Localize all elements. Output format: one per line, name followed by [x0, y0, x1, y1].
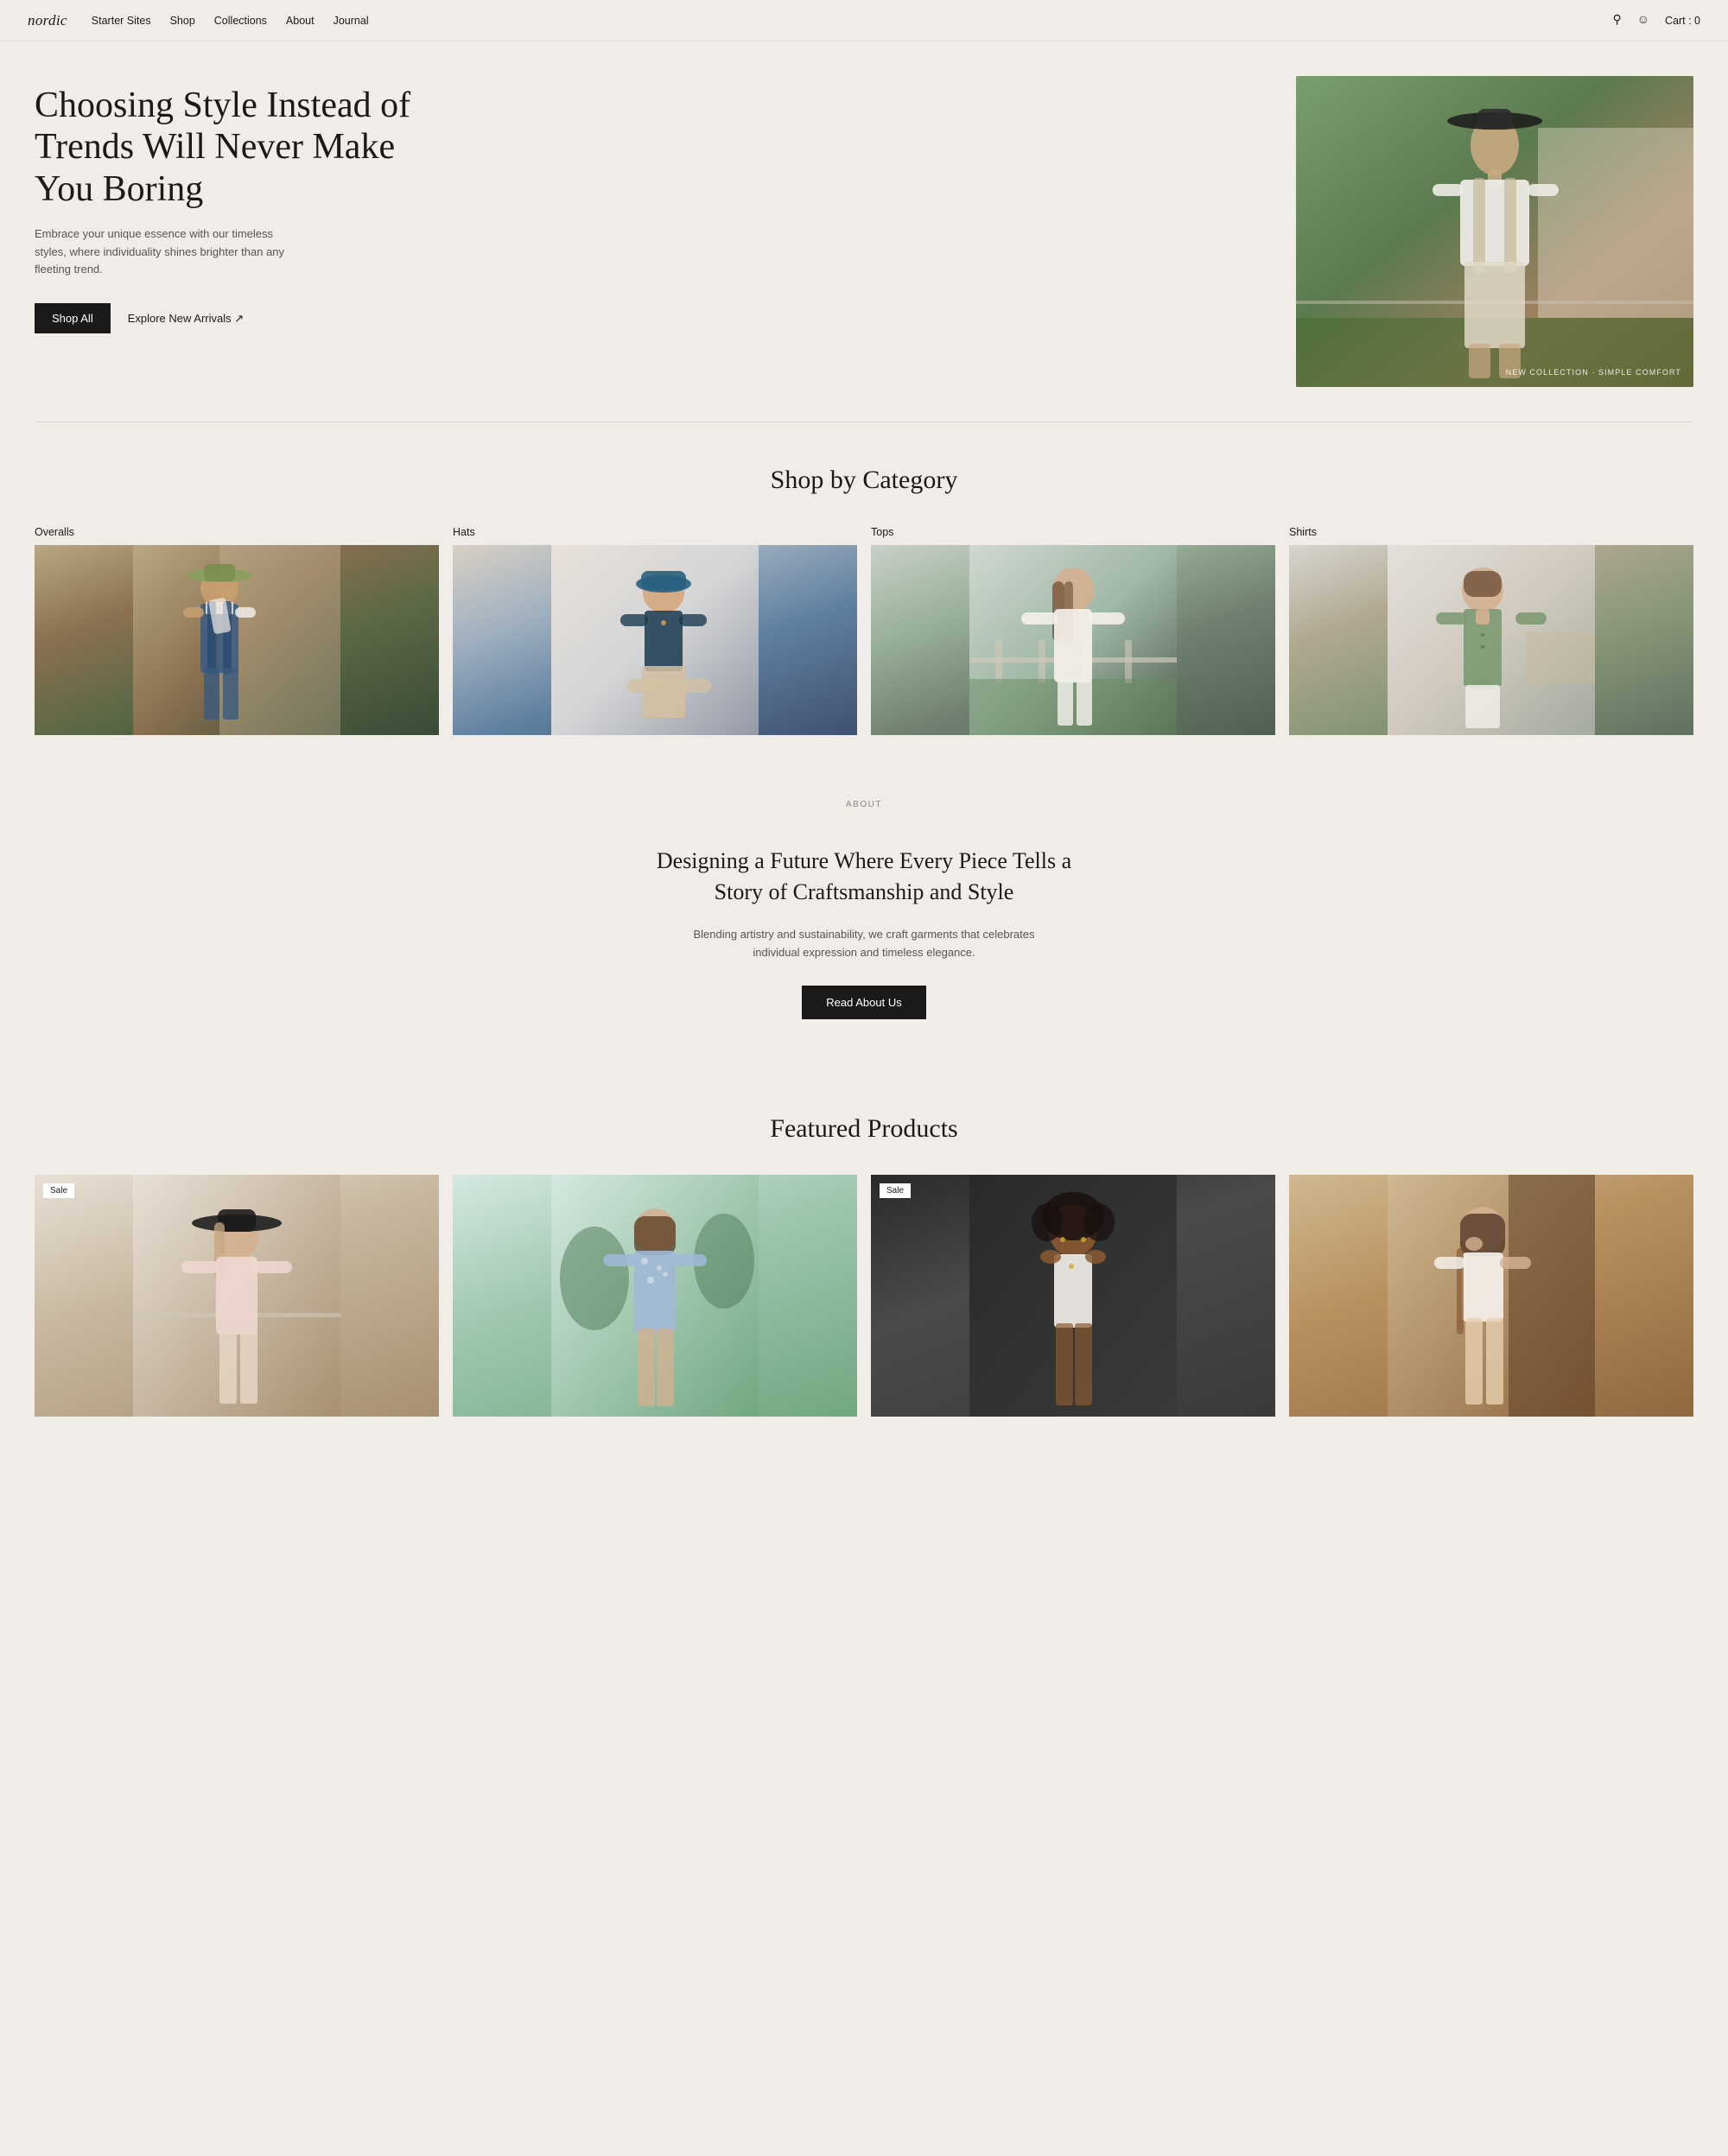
nav-left: nordic Starter Sites Shop Collections Ab…: [28, 12, 369, 29]
product-image-1: Sale: [35, 1175, 439, 1417]
product-item-1[interactable]: Sale: [35, 1175, 439, 1417]
product-image-2: [453, 1175, 857, 1417]
shop-all-button[interactable]: Shop All: [35, 303, 111, 333]
category-grid: Overalls: [35, 526, 1693, 735]
category-item-overalls[interactable]: Overalls: [35, 526, 439, 735]
category-label-hats: Hats: [453, 526, 857, 538]
product-3-svg: [871, 1175, 1275, 1417]
category-item-shirts[interactable]: Shirts: [1289, 526, 1693, 735]
category-image-shirts: [1289, 545, 1693, 735]
category-label-shirts: Shirts: [1289, 526, 1693, 538]
sale-badge-1: Sale: [43, 1183, 74, 1198]
product-item-4[interactable]: [1289, 1175, 1693, 1417]
sale-badge-3: Sale: [880, 1183, 911, 1198]
category-image-hats: [453, 545, 857, 735]
nav-link-about[interactable]: About: [286, 15, 314, 27]
hero-image-label: NEW COLLECTION · SIMPLE COMFORT: [1506, 368, 1681, 377]
about-title: Designing a Future Where Every Piece Tel…: [639, 846, 1089, 909]
products-grid: Sale: [35, 1175, 1693, 1417]
shirts-svg: [1289, 545, 1693, 735]
product-item-2[interactable]: [453, 1175, 857, 1417]
cart-button[interactable]: Cart : 0: [1665, 15, 1700, 27]
nav-right: ⚲ ☺ Cart : 0: [1612, 13, 1700, 28]
account-icon[interactable]: ☺: [1637, 14, 1649, 28]
category-label-overalls: Overalls: [35, 526, 439, 538]
nav-link-shop[interactable]: Shop: [170, 15, 195, 27]
overalls-svg: [35, 545, 439, 735]
featured-products-section: Featured Products Sale: [0, 1071, 1728, 1451]
hero-buttons: Shop All Explore New Arrivals ↗: [35, 303, 1261, 333]
nav-link-collections[interactable]: Collections: [214, 15, 267, 27]
nav-logo[interactable]: nordic: [28, 12, 67, 29]
hero-section: Choosing Style Instead of Trends Will Ne…: [0, 41, 1728, 422]
about-section: Designing a Future Where Every Piece Tel…: [0, 820, 1728, 1071]
hero-svg: [1296, 76, 1693, 387]
hats-svg: [453, 545, 857, 735]
tops-svg: [871, 545, 1275, 735]
product-2-svg: [453, 1175, 857, 1417]
hero-image: NEW COLLECTION · SIMPLE COMFORT: [1296, 76, 1693, 387]
product-1-svg: [35, 1175, 439, 1417]
category-image-overalls: [35, 545, 439, 735]
nav-link-journal[interactable]: Journal: [334, 15, 369, 27]
read-about-us-button[interactable]: Read About Us: [802, 986, 925, 1019]
hero-text: Choosing Style Instead of Trends Will Ne…: [35, 76, 1296, 333]
about-label: ABOUT: [846, 800, 882, 809]
category-image-tops: [871, 545, 1275, 735]
shop-by-category-section: Shop by Category Overalls: [0, 422, 1728, 770]
hero-subtitle: Embrace your unique essence with our tim…: [35, 225, 294, 279]
product-item-3[interactable]: Sale: [871, 1175, 1275, 1417]
shop-by-category-title: Shop by Category: [35, 466, 1693, 495]
navbar: nordic Starter Sites Shop Collections Ab…: [0, 0, 1728, 41]
hero-title: Choosing Style Instead of Trends Will Ne…: [35, 85, 415, 210]
about-subtitle: Blending artistry and sustainability, we…: [691, 926, 1037, 962]
about-label-section: ABOUT: [0, 770, 1728, 820]
product-4-svg: [1289, 1175, 1693, 1417]
category-item-tops[interactable]: Tops: [871, 526, 1275, 735]
explore-arrivals-link[interactable]: Explore New Arrivals ↗: [128, 312, 244, 326]
product-image-4: [1289, 1175, 1693, 1417]
product-image-3: Sale: [871, 1175, 1275, 1417]
category-label-tops: Tops: [871, 526, 1275, 538]
hero-fashion-figure: [1296, 76, 1693, 387]
category-item-hats[interactable]: Hats: [453, 526, 857, 735]
nav-links: Starter Sites Shop Collections About Jou…: [92, 15, 369, 27]
nav-link-starter-sites[interactable]: Starter Sites: [92, 15, 151, 27]
featured-products-title: Featured Products: [35, 1114, 1693, 1144]
search-icon[interactable]: ⚲: [1612, 13, 1621, 28]
